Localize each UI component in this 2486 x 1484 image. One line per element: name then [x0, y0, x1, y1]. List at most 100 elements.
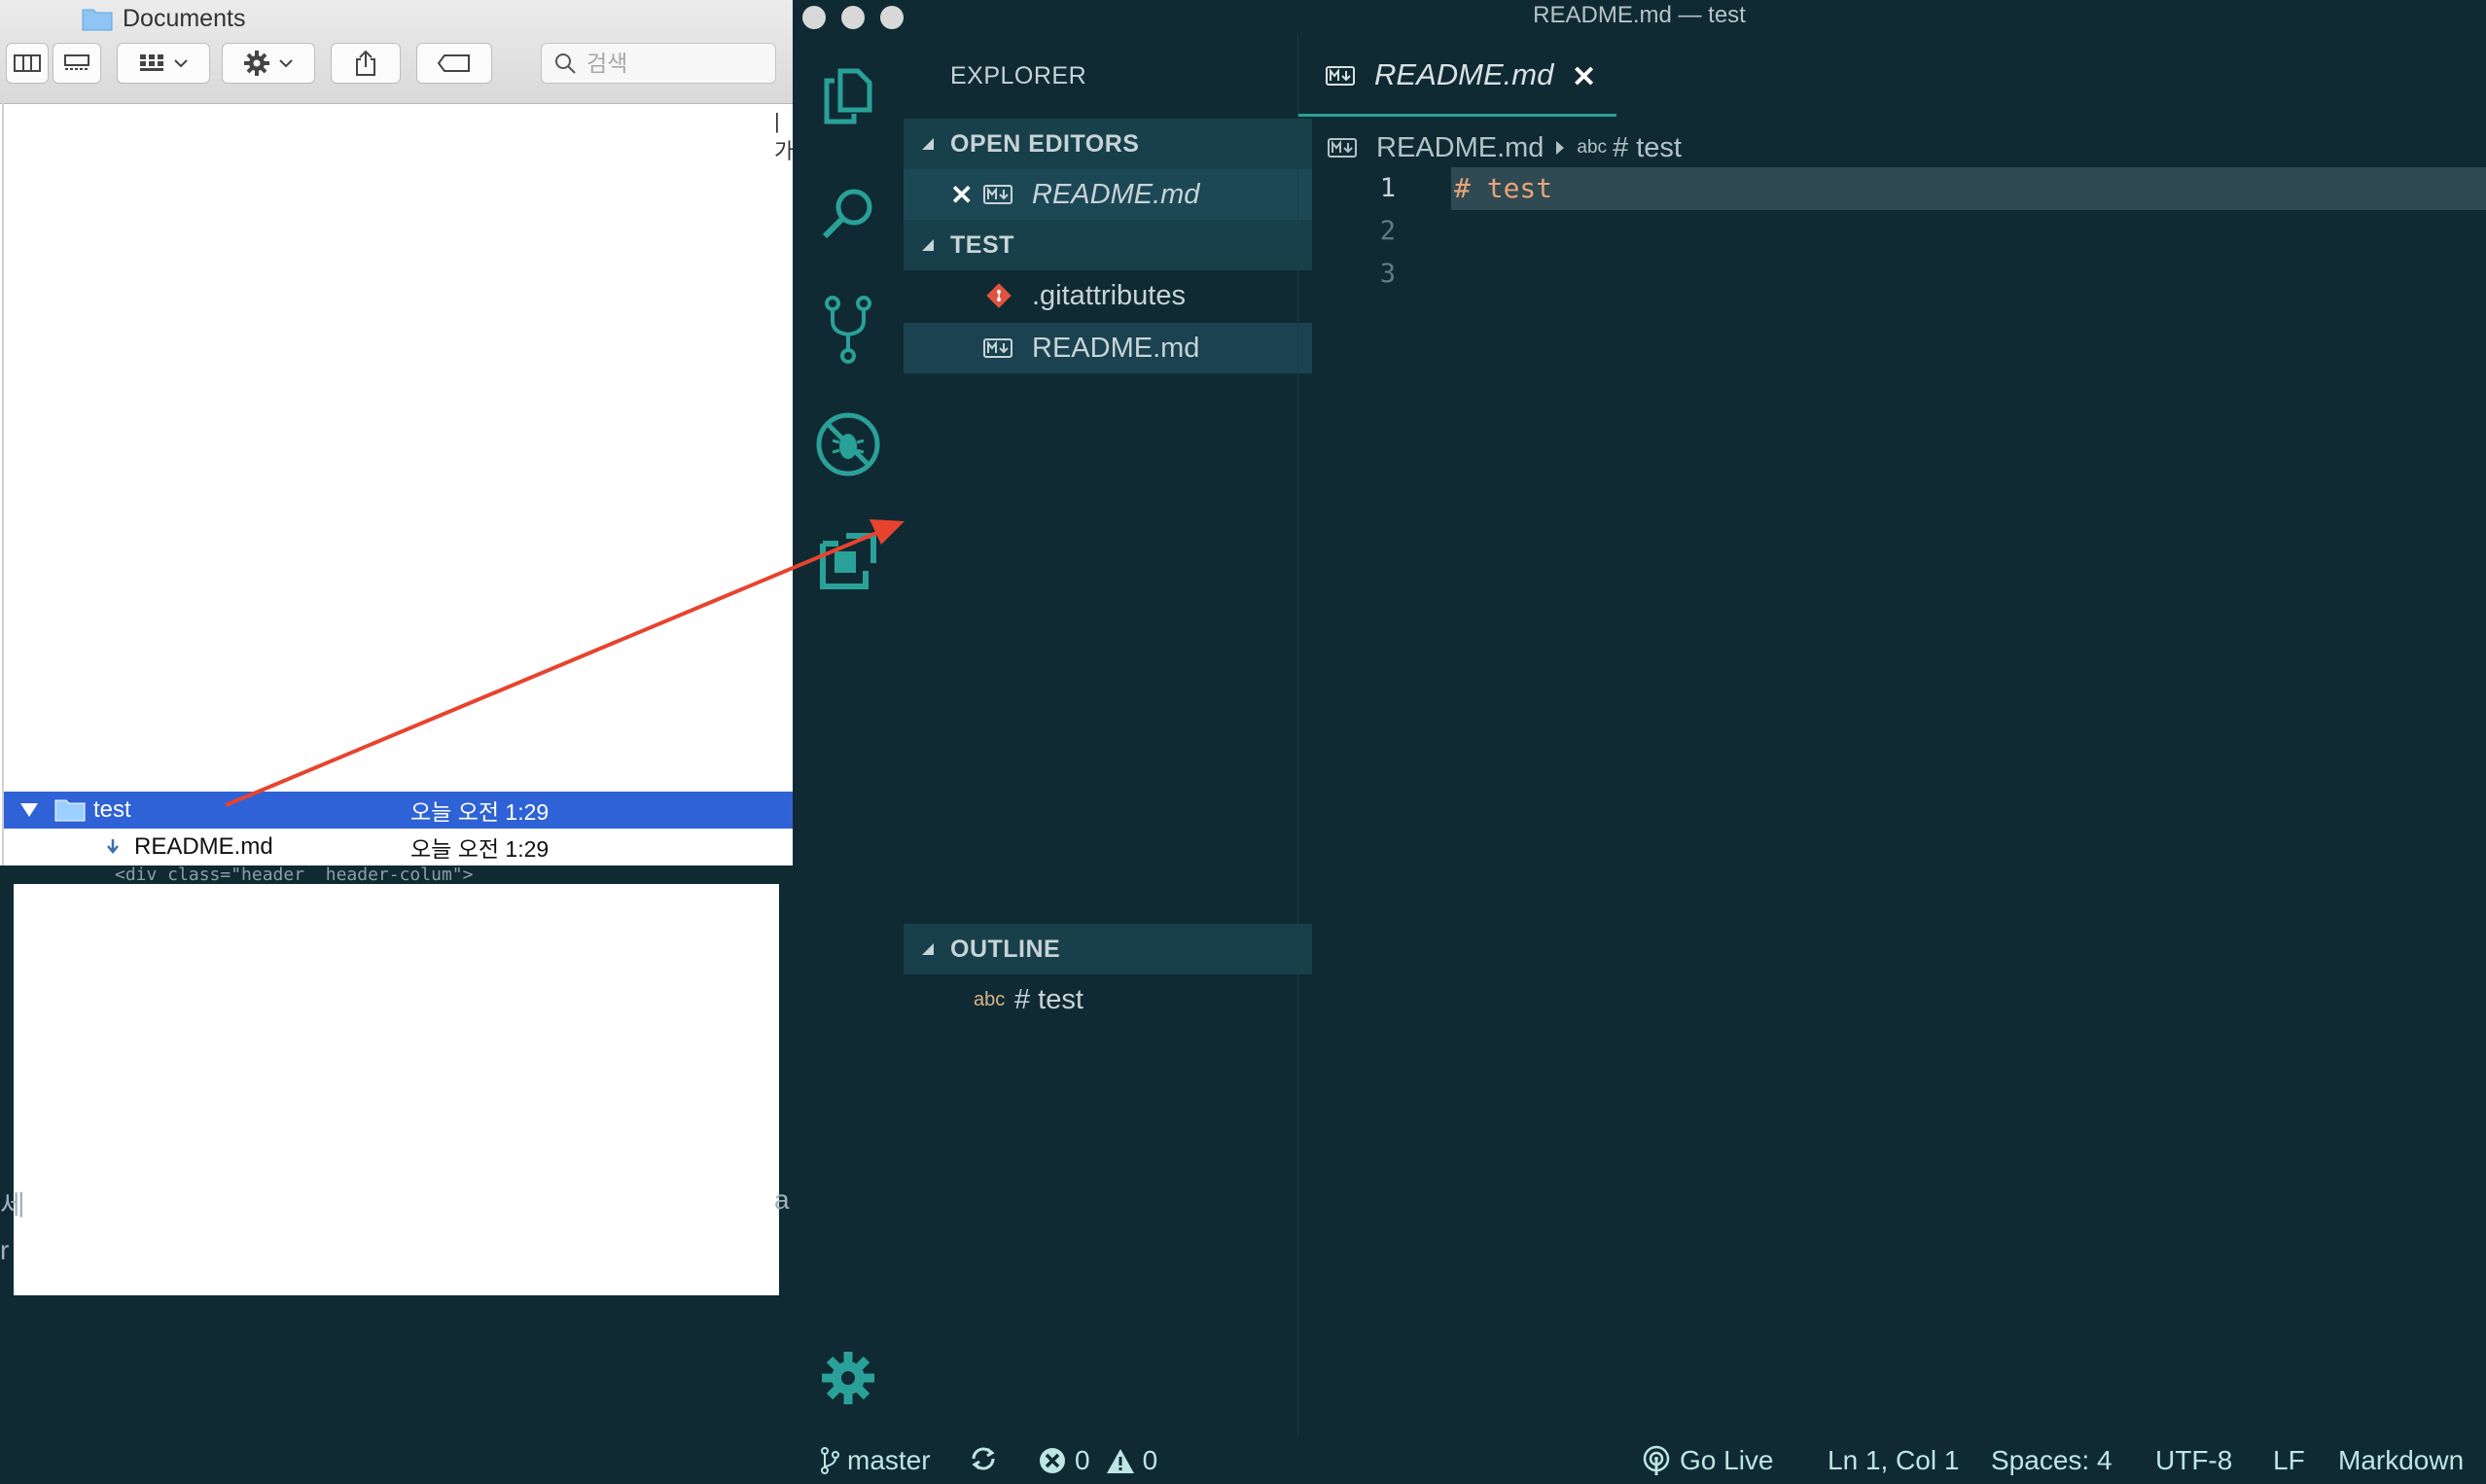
activity-bar — [793, 35, 904, 1435]
outline-label: # test — [1014, 983, 1083, 1015]
file-label: .gitattributes — [1032, 279, 1186, 311]
vscode-window: README.md — test EXPLORER OPEN EDITORS ✕… — [793, 0, 2486, 1484]
search-activity-button[interactable] — [814, 179, 882, 247]
finder-window-title: Documents — [82, 2, 245, 35]
string-symbol-icon: abc — [1577, 137, 1608, 158]
search-field[interactable] — [541, 43, 776, 84]
collapse-triangle-icon — [922, 138, 934, 150]
section-label: OPEN EDITORS — [950, 129, 1140, 158]
date-modified: 오늘 오전 1:29 — [410, 799, 550, 825]
finder-toolbar: Documents — [0, 0, 793, 104]
search-icon — [555, 53, 576, 74]
eol-status-item[interactable]: LF — [2273, 1445, 2305, 1476]
eol: LF — [2273, 1445, 2305, 1475]
background-code-snippet: <div class="header header-colum"> — [115, 865, 474, 884]
share-icon — [356, 50, 375, 76]
explorer-sidebar: EXPLORER OPEN EDITORS ✕ README.md TEST .… — [904, 35, 1312, 1435]
close-editor-icon[interactable]: ✕ — [950, 179, 973, 211]
encoding: UTF-8 — [2155, 1445, 2233, 1475]
background-edge-text: a — [774, 1184, 790, 1215]
folder-icon — [82, 9, 113, 31]
group-by-dropdown[interactable] — [117, 43, 210, 84]
tag-icon — [437, 54, 470, 72]
breadcrumb: README.md abc # test — [1328, 126, 1682, 169]
date-modified: 오늘 오전 1:29 — [410, 836, 550, 862]
files-icon — [824, 68, 872, 124]
language-mode-status-item[interactable]: Markdown — [2338, 1445, 2464, 1476]
debug-icon — [816, 412, 880, 477]
finder-sidebar-divider — [2, 103, 4, 866]
workspace-section-header[interactable]: TEST — [904, 220, 1312, 270]
file-item-gitattributes[interactable]: .gitattributes — [904, 270, 1312, 321]
sync-status-item[interactable] — [970, 1445, 997, 1472]
git-branch-icon — [821, 1447, 839, 1474]
close-tab-icon[interactable]: ✕ — [1572, 60, 1596, 94]
settings-activity-button[interactable] — [814, 1344, 882, 1412]
open-editor-item-readme[interactable]: ✕ README.md — [904, 169, 1312, 220]
search-icon — [822, 189, 872, 239]
search-input[interactable] — [585, 49, 754, 78]
go-live-status-item[interactable]: Go Live — [1641, 1445, 1774, 1476]
chevron-right-icon — [1556, 141, 1565, 155]
file-name: README.md — [134, 833, 273, 860]
source-control-activity-button[interactable] — [814, 296, 882, 364]
problems-status-item[interactable]: 0 0 — [1038, 1445, 1157, 1476]
finder-row-readme[interactable]: README.md 오늘 오전 1:29 — [4, 829, 793, 866]
explorer-activity-button[interactable] — [814, 62, 882, 130]
finder-row-test-folder[interactable]: test 오늘 오전 1:29 — [4, 792, 793, 829]
chevron-down-icon — [174, 59, 188, 68]
outline-item[interactable]: abc # test — [904, 974, 1312, 1025]
open-editors-section-header[interactable]: OPEN EDITORS — [904, 119, 1312, 169]
markdown-file-icon — [107, 839, 119, 854]
editor-tab-readme[interactable]: README.md ✕ — [1298, 35, 1616, 117]
tab-label: README.md — [1374, 56, 1554, 91]
line-number: 3 — [1379, 259, 1396, 289]
breadcrumb-symbol[interactable]: # test — [1613, 132, 1682, 164]
debug-activity-button[interactable] — [814, 410, 882, 478]
truncated-column-header: |가 — [774, 109, 795, 163]
gallery-view-button[interactable] — [53, 43, 101, 84]
markdown-file-icon — [983, 185, 1012, 204]
file-name: test — [93, 796, 131, 823]
grid-icon — [140, 54, 163, 71]
background-edge-text: 세 — [0, 1190, 25, 1220]
cursor-position-status-item[interactable]: Ln 1, Col 1 — [1828, 1445, 1959, 1476]
extensions-activity-button[interactable] — [814, 527, 882, 595]
line-number: 2 — [1379, 216, 1396, 246]
git-file-icon — [986, 283, 1012, 308]
cursor-position: Ln 1, Col 1 — [1828, 1445, 1960, 1475]
indentation-status-item[interactable]: Spaces: 4 — [1991, 1445, 2113, 1476]
string-symbol-icon: abc — [974, 988, 1006, 1010]
action-dropdown[interactable] — [222, 43, 315, 84]
markdown-file-icon — [1328, 138, 1357, 158]
go-live-label: Go Live — [1680, 1445, 1774, 1475]
code-line[interactable]: # test — [1454, 172, 1552, 204]
columns-icon — [14, 54, 41, 72]
line-number: 1 — [1379, 173, 1396, 203]
column-view-button[interactable] — [6, 43, 49, 84]
section-label: OUTLINE — [950, 935, 1061, 963]
warning-icon — [1106, 1449, 1134, 1473]
broadcast-icon — [1643, 1445, 1670, 1475]
breadcrumb-file[interactable]: README.md — [1376, 132, 1544, 164]
tags-button[interactable] — [416, 43, 492, 84]
editor-group: README.md ✕ README.md abc # test 1 2 3 #… — [1298, 35, 2486, 1435]
background-edge-text: r — [0, 1235, 10, 1265]
markdown-file-icon — [1326, 66, 1355, 86]
share-button[interactable] — [331, 43, 401, 84]
branch-status-item[interactable]: master — [820, 1445, 931, 1476]
section-label: TEST — [950, 230, 1014, 259]
branch-name: master — [847, 1445, 931, 1475]
finder-title-label: Documents — [123, 4, 246, 32]
file-item-readme[interactable]: README.md — [904, 323, 1312, 373]
warning-count: 0 — [1142, 1445, 1158, 1475]
disclosure-triangle-icon[interactable] — [19, 802, 39, 818]
finder-window: Documents 검색 |가 test 오늘 오전 1:29 README.m… — [0, 0, 795, 866]
source-control-icon — [825, 296, 871, 364]
outline-section-header[interactable]: OUTLINE — [904, 924, 1312, 974]
current-line-highlight — [1451, 167, 2486, 210]
language-mode: Markdown — [2338, 1445, 2465, 1475]
folder-icon — [54, 799, 86, 822]
encoding-status-item[interactable]: UTF-8 — [2155, 1445, 2232, 1476]
collapse-triangle-icon — [922, 943, 934, 955]
